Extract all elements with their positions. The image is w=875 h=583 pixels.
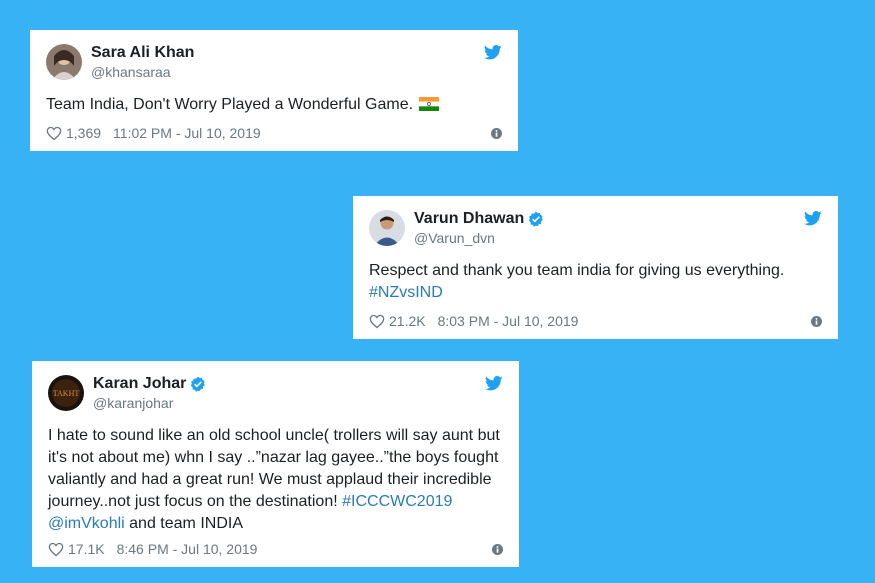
tweet-card-sara-ali-khan[interactable]: Sara Ali Khan @khansaraa Team India, Don…	[30, 30, 518, 151]
tweet-header: Varun Dhawan @Varun_dvn	[369, 208, 822, 248]
timestamp[interactable]: 11:02 PM - Jul 10, 2019	[113, 125, 261, 141]
verified-badge-icon	[191, 376, 206, 392]
avatar[interactable]: TAKHT	[48, 375, 84, 411]
user-handle[interactable]: @khansaraa	[91, 63, 194, 81]
like-count[interactable]: 1,369	[66, 125, 101, 141]
tweet-text-tail: and team INDIA	[129, 515, 243, 532]
info-icon[interactable]	[811, 315, 822, 327]
verified-badge-icon	[529, 211, 544, 227]
info-icon[interactable]	[492, 543, 503, 555]
india-flag-emoji	[419, 97, 440, 111]
display-name[interactable]: Karan Johar	[93, 374, 186, 394]
avatar[interactable]	[46, 44, 82, 80]
heart-icon[interactable]	[369, 314, 385, 329]
info-icon[interactable]	[491, 127, 502, 139]
tweet-text: I hate to sound like an old school uncle…	[48, 425, 503, 535]
heart-icon[interactable]	[46, 126, 62, 141]
tweet-text: Team India, Don't Worry Played a Wonderf…	[46, 94, 502, 116]
twitter-bird-icon[interactable]	[485, 376, 503, 391]
like-count[interactable]: 21.2K	[389, 313, 426, 329]
hashtag-link[interactable]: #NZvsIND	[369, 284, 443, 301]
tweet-meta: 1,369 11:02 PM - Jul 10, 2019	[46, 125, 502, 141]
twitter-bird-icon[interactable]	[484, 45, 502, 60]
twitter-bird-icon[interactable]	[804, 211, 822, 226]
timestamp[interactable]: 8:03 PM - Jul 10, 2019	[438, 313, 579, 329]
tweet-meta: 17.1K 8:46 PM - Jul 10, 2019	[48, 541, 503, 557]
user-handle[interactable]: @Varun_dvn	[414, 229, 544, 247]
tweet-card-varun-dhawan[interactable]: Varun Dhawan @Varun_dvn Respect and than…	[353, 196, 838, 339]
tweet-meta: 21.2K 8:03 PM - Jul 10, 2019	[369, 313, 822, 329]
tweet-card-karan-johar[interactable]: TAKHT Karan Johar @karanjohar I hate to …	[32, 361, 519, 567]
timestamp[interactable]: 8:46 PM - Jul 10, 2019	[117, 541, 258, 557]
display-name[interactable]: Varun Dhawan	[414, 209, 524, 229]
avatar-logo-text: TAKHT	[53, 389, 80, 398]
heart-icon[interactable]	[48, 542, 64, 557]
tweet-text: Respect and thank you team india for giv…	[369, 260, 822, 304]
user-handle[interactable]: @karanjohar	[93, 394, 206, 412]
avatar[interactable]	[369, 210, 405, 246]
tweet-text-body: Team India, Don't Worry Played a Wonderf…	[46, 96, 414, 113]
hashtag-link[interactable]: #ICCCWC2019	[342, 493, 452, 510]
tweet-header: Sara Ali Khan @khansaraa	[46, 42, 502, 82]
tweet-text-body: Respect and thank you team india for giv…	[369, 262, 785, 279]
tweet-header: TAKHT Karan Johar @karanjohar	[48, 373, 503, 413]
display-name[interactable]: Sara Ali Khan	[91, 43, 194, 63]
like-count[interactable]: 17.1K	[68, 541, 105, 557]
mention-link[interactable]: @imVkohli	[48, 515, 125, 532]
